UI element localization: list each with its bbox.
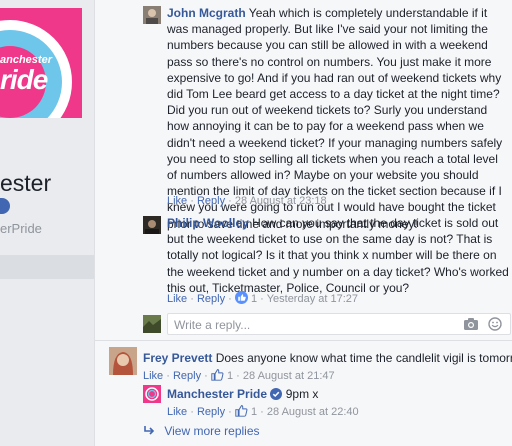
like-thumb-icon xyxy=(211,369,224,381)
comment-timestamp[interactable]: 28 August at 22:40 xyxy=(267,406,359,418)
avatar[interactable] xyxy=(143,216,161,234)
section-divider xyxy=(95,340,512,341)
like-count[interactable]: 1 xyxy=(251,293,257,305)
like-link[interactable]: Like xyxy=(167,195,187,207)
smile-icon[interactable] xyxy=(488,317,502,331)
like-thumb-icon xyxy=(235,405,248,417)
comment-body: Philip Woolley How can you say that the … xyxy=(167,215,509,296)
reply-arrow-icon xyxy=(144,426,155,435)
avatar[interactable] xyxy=(109,347,137,375)
view-more-label: View more replies xyxy=(164,424,260,438)
like-thumb-icon xyxy=(234,291,248,304)
like-link[interactable]: Like xyxy=(167,293,187,305)
avatar[interactable] xyxy=(143,385,161,403)
avatar xyxy=(143,315,161,333)
comment-text: 9pm x xyxy=(285,387,319,401)
comments-panel: John Mcgrath Yeah which is completely un… xyxy=(94,0,512,446)
avatar[interactable] xyxy=(143,6,161,24)
comment-timestamp[interactable]: 28 August at 21:47 xyxy=(243,370,335,382)
comment-text: Does anyone know what time the candlelit… xyxy=(215,351,512,365)
verified-badge-icon xyxy=(270,388,283,400)
view-more-replies-link[interactable]: View more replies xyxy=(143,424,260,438)
sidebar-nav-item[interactable] xyxy=(0,255,94,279)
comment-timestamp[interactable]: Yesterday at 17:27 xyxy=(267,293,358,305)
reply-link[interactable]: Reply xyxy=(173,370,201,382)
page-sidebar: anchester ride ester erPride xyxy=(0,0,94,446)
comment-actions: Like · Reply · 1 · 28 August at 21:47 xyxy=(143,369,335,382)
comment-actions: Like · Reply · 28 August at 23:18 xyxy=(167,195,327,207)
page-profile-logo[interactable]: anchester ride xyxy=(0,8,82,118)
reply-input-box[interactable] xyxy=(167,313,511,335)
comment-timestamp[interactable]: 28 August at 23:18 xyxy=(235,195,327,207)
like-link[interactable]: Like xyxy=(167,406,187,418)
like-count[interactable]: 1 xyxy=(251,406,257,418)
page-name[interactable]: ester xyxy=(0,170,51,197)
reply-link[interactable]: Reply xyxy=(197,195,225,207)
page-handle[interactable]: erPride xyxy=(0,221,42,236)
comment-author[interactable]: Philip Woolley xyxy=(167,216,249,230)
logo-text-big: ride xyxy=(0,64,48,95)
comment-actions: Like · Reply · 1 · Yesterday at 17:27 xyxy=(167,291,359,305)
reply-input[interactable] xyxy=(174,317,454,332)
comment-author[interactable]: John Mcgrath xyxy=(167,6,246,20)
comment-body: Frey Prevett Does anyone know what time … xyxy=(143,350,512,366)
like-count[interactable]: 1 xyxy=(227,370,233,382)
comment-body: Manchester Pride 9pm x xyxy=(167,386,509,402)
camera-icon[interactable] xyxy=(464,318,478,330)
reply-link[interactable]: Reply xyxy=(197,406,225,418)
comment-author[interactable]: Frey Prevett xyxy=(143,351,212,365)
verified-badge-icon xyxy=(0,198,10,214)
reply-link[interactable]: Reply xyxy=(197,293,225,305)
comment-actions: Like · Reply · 1 · 28 August at 22:40 xyxy=(167,405,359,418)
like-link[interactable]: Like xyxy=(143,370,163,382)
comment-author[interactable]: Manchester Pride xyxy=(167,387,267,401)
